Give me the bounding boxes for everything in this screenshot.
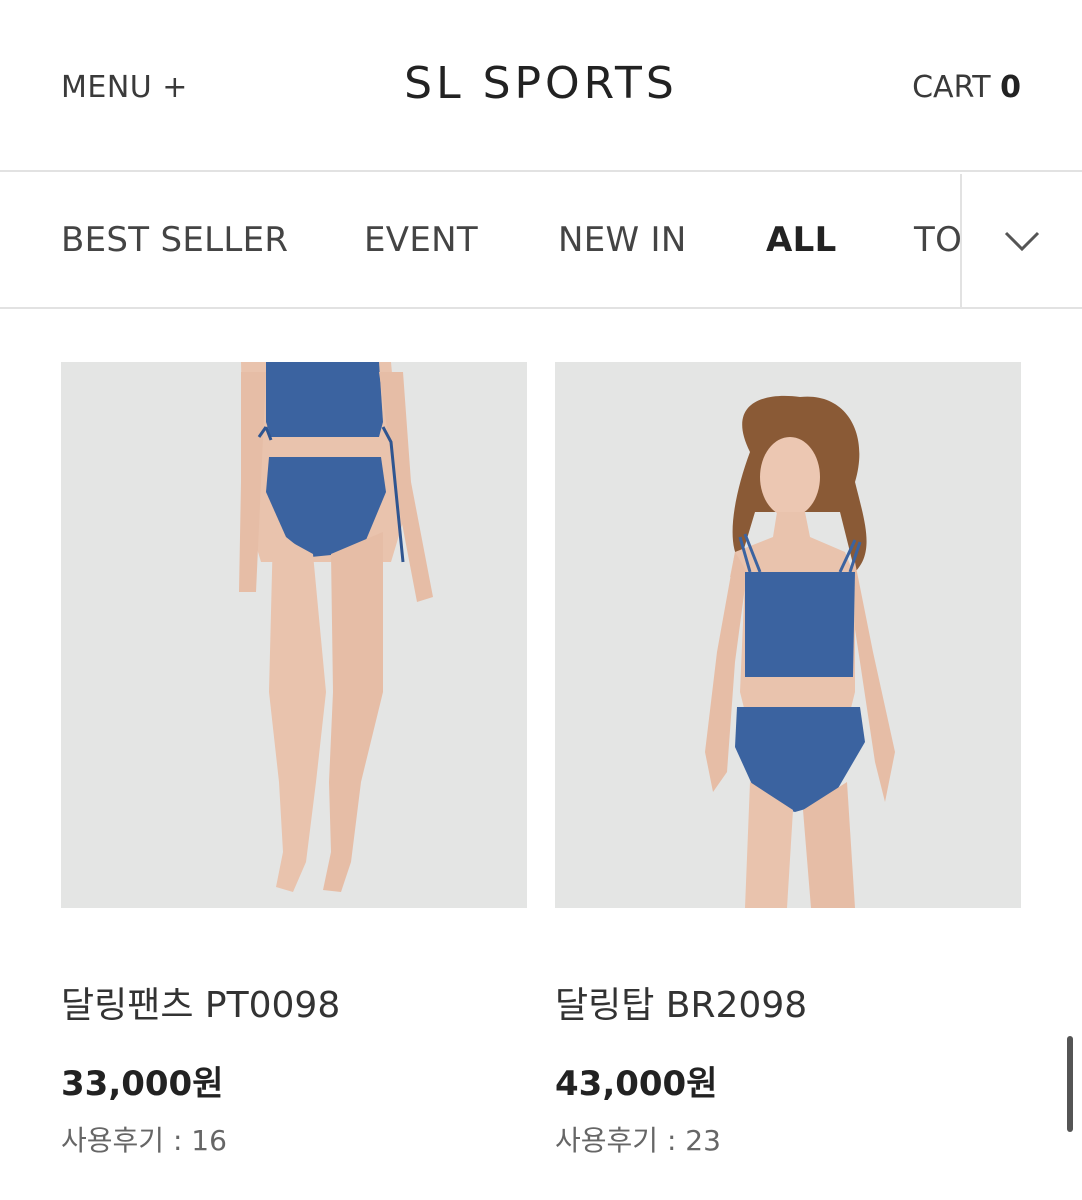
product-listing-page: MENU + SL SPORTS CART 0 BEST SELLER EVEN… bbox=[0, 0, 1082, 1200]
product-reviews: 사용후기 : 23 bbox=[555, 1124, 721, 1157]
cart-label: CART bbox=[912, 70, 991, 105]
scrollbar[interactable] bbox=[1067, 1036, 1073, 1132]
product-image[interactable] bbox=[61, 362, 527, 908]
cart-count: 0 bbox=[1000, 70, 1021, 105]
category-nav: BEST SELLER EVENT NEW IN ALL TO bbox=[0, 174, 1082, 309]
site-header: MENU + SL SPORTS CART 0 bbox=[0, 0, 1082, 172]
product-price: 33,000원 bbox=[61, 1064, 224, 1104]
category-event[interactable]: EVENT bbox=[364, 220, 478, 260]
product-card[interactable]: 달링탑 BR2098 43,000원 사용후기 : 23 bbox=[555, 362, 1021, 1159]
product-image[interactable] bbox=[555, 362, 1021, 908]
product-card[interactable]: 달링팬츠 PT0098 33,000원 사용후기 : 16 bbox=[61, 362, 527, 1159]
category-all[interactable]: ALL bbox=[766, 220, 837, 260]
product-name[interactable]: 달링팬츠 PT0098 bbox=[61, 976, 527, 1028]
category-best-seller[interactable]: BEST SELLER bbox=[61, 220, 288, 260]
category-new-in[interactable]: NEW IN bbox=[558, 220, 687, 260]
product-price: 43,000원 bbox=[555, 1064, 718, 1104]
product-reviews: 사용후기 : 16 bbox=[61, 1124, 227, 1157]
chevron-down-icon bbox=[1004, 231, 1040, 251]
category-to[interactable]: TO bbox=[914, 220, 960, 260]
product-name[interactable]: 달링탑 BR2098 bbox=[555, 976, 1021, 1028]
cart-button[interactable]: CART 0 bbox=[912, 70, 1021, 105]
category-scroll[interactable]: BEST SELLER EVENT NEW IN ALL TO bbox=[0, 174, 960, 307]
category-expand-button[interactable] bbox=[962, 174, 1082, 307]
